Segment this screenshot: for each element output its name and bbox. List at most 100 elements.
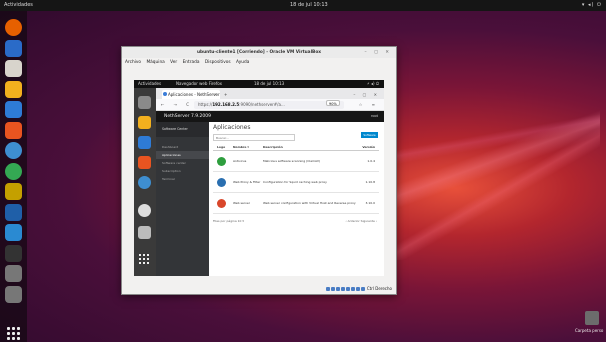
menu-maquina[interactable]: Máquina (146, 60, 164, 65)
software-button[interactable]: Software (361, 132, 378, 138)
drive2-icon[interactable] (5, 285, 22, 303)
system-status-icons[interactable]: ▾ ◂) ⏻ (582, 0, 602, 11)
guest-trash-icon[interactable] (138, 226, 151, 239)
tab-aplicaciones[interactable]: Aplicaciones - NethServer ✕ (162, 90, 220, 99)
guest-clock[interactable]: 18 de jul 10:13 (254, 80, 284, 88)
table-header: Logo Nombre ▾ Descripción Versión (213, 144, 379, 151)
menu-ver[interactable]: Ver (170, 60, 177, 65)
nav-buttons[interactable]: ← → C (161, 99, 193, 111)
shared-folder-icon[interactable] (350, 287, 355, 291)
app-version: 1.10.8 (365, 180, 375, 184)
nethserver-sidebar: Software Center Dashboard Aplicaciones S… (156, 122, 209, 276)
virtualbox-icon[interactable] (5, 203, 22, 221)
host-key-label: Ctrl Derecho (366, 286, 392, 291)
guest-files-icon[interactable] (138, 96, 151, 109)
table-row[interactable]: Antivirus Malicious software scanning (C… (213, 152, 379, 172)
settings-icon[interactable] (5, 183, 22, 200)
guest-show-apps-icon[interactable] (139, 254, 149, 264)
chrome-icon[interactable] (5, 162, 22, 180)
pager-buttons[interactable]: ‹ Anterior Siguiente › (345, 217, 377, 225)
guest-status-icons[interactable]: ⚡ ◂) ⏻ (367, 80, 379, 88)
nethserver-brand[interactable]: NethServer 7.9.2009 (164, 114, 211, 119)
close-tab-icon[interactable]: ✕ (214, 90, 217, 99)
software-icon[interactable] (5, 121, 22, 139)
nethserver-header: NethServer 7.9.2009 root (156, 111, 384, 122)
guest-rhythmbox-icon[interactable] (138, 116, 151, 129)
col-logo: Logo (217, 145, 226, 149)
menu-entrada[interactable]: Entrada (183, 60, 200, 65)
col-nombre[interactable]: Nombre ▾ (233, 144, 249, 151)
guest-help-icon[interactable] (138, 176, 151, 189)
network-icon[interactable] (340, 287, 345, 291)
table-row[interactable]: Web Proxy & Filter Configuration for Squ… (213, 173, 379, 193)
hdd-icon[interactable] (325, 287, 330, 291)
rows-per-page-select[interactable]: Filas por página 10 ▾ (213, 219, 244, 223)
app-desc: Configuration for Squid caching web prox… (263, 180, 327, 184)
window-title-bar[interactable]: ubuntu-cliente1 [Corriendo] - Oracle VM … (122, 47, 396, 58)
menu-dispositivos[interactable]: Dispositivos (205, 60, 231, 65)
app-desc: Web server configuration with Virtual Ho… (263, 201, 356, 205)
writer-icon[interactable] (5, 101, 22, 118)
url-path: :9090/nethserver#/a... (239, 102, 285, 107)
sidebar-item-dashboard[interactable]: Dashboard (156, 143, 209, 151)
thunderbird-icon[interactable] (5, 39, 22, 57)
sidebar-item-software-center[interactable]: Software center (156, 159, 209, 167)
proxy-logo-icon (217, 178, 226, 187)
guest-activities[interactable]: Actividades (138, 80, 161, 88)
user-menu[interactable]: root (371, 111, 378, 122)
menu-bar: Archivo Máquina Ver Entrada Dispositivos… (122, 58, 396, 67)
new-tab-button[interactable]: + (224, 90, 227, 99)
tab-title: Aplicaciones - NethServer (168, 92, 220, 97)
guest-dock (134, 88, 156, 276)
nethserver-main: Aplicaciones Software Logo Nombre ▾ Desc… (209, 122, 384, 276)
drive-icon[interactable] (5, 265, 22, 282)
guest-writer-icon[interactable] (138, 136, 151, 149)
files-icon[interactable] (5, 60, 22, 77)
url-host: 192.168.2.5 (212, 102, 240, 107)
app-version: 1.0.4 (367, 159, 375, 163)
virtualbox-window: ubuntu-cliente1 [Corriendo] - Oracle VM … (121, 46, 397, 295)
guest-disc-icon[interactable] (138, 204, 151, 217)
home-folder-icon[interactable] (585, 311, 599, 325)
show-apps-icon[interactable] (7, 327, 20, 340)
browser-window-controls[interactable]: – ▢ ✕ (353, 90, 380, 99)
guest-software-icon[interactable] (138, 156, 151, 169)
sidebar-header[interactable]: Software Center (156, 122, 209, 137)
guest-app-name[interactable]: Navegador web Firefox (176, 80, 222, 88)
record-icon[interactable] (360, 287, 365, 291)
terminal-icon[interactable] (5, 244, 22, 262)
guest-screen[interactable]: Actividades Navegador web Firefox 18 de … (134, 80, 384, 276)
firefox-window: Aplicaciones - NethServer ✕ + – ▢ ✕ ← → … (156, 88, 384, 276)
app-version: 3.10.0 (365, 201, 375, 205)
clock[interactable]: 18 de jul 10:13 (290, 0, 328, 11)
optical-icon[interactable] (330, 287, 335, 291)
sidebar-item-aplicaciones[interactable]: Aplicaciones (156, 151, 209, 159)
table-row[interactable]: Web server Web server configuration with… (213, 194, 379, 214)
help-icon[interactable] (5, 142, 22, 159)
webserver-logo-icon (217, 199, 226, 208)
firefox-icon[interactable] (5, 19, 22, 36)
col-descripcion[interactable]: Descripción (263, 144, 283, 151)
sidebar-item-terminal[interactable]: Terminal (156, 175, 209, 183)
audio-icon[interactable] (335, 287, 340, 291)
rhythmbox-icon[interactable] (5, 80, 22, 98)
app-name: Web Proxy & Filter (233, 180, 261, 184)
window-controls[interactable]: – ▢ ✕ (364, 47, 392, 58)
home-folder-label: Carpeta perso (575, 328, 604, 333)
usb-icon[interactable] (345, 287, 350, 291)
vbox-status-bar: Ctrl Derecho (122, 284, 396, 294)
menu-ayuda[interactable]: Ayuda (236, 60, 249, 65)
activities-button[interactable]: Actividades (4, 0, 33, 11)
search-input[interactable] (213, 134, 295, 141)
menu-archivo[interactable]: Archivo (125, 60, 141, 65)
vscode-icon[interactable] (5, 224, 22, 241)
guest-top-bar: Actividades Navegador web Firefox 18 de … (134, 80, 384, 88)
wallpaper-rays (380, 90, 600, 260)
display-icon[interactable] (355, 287, 360, 291)
antivirus-logo-icon (217, 157, 226, 166)
zoom-indicator[interactable]: 90% (326, 100, 340, 106)
sidebar-item-subscription[interactable]: Subscription (156, 167, 209, 175)
url-bar[interactable]: https://192.168.2.5:9090/nethserver#/a..… (194, 101, 344, 109)
col-version[interactable]: Versión (362, 144, 375, 151)
bookmark-menu-icons[interactable]: ☆ ≡ (359, 99, 379, 111)
